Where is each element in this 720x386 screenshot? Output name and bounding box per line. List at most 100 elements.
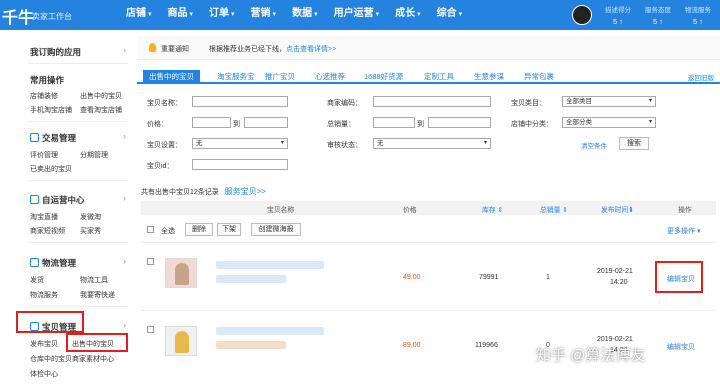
search-button[interactable]: 搜索 bbox=[619, 137, 649, 150]
nav-user-ops[interactable]: 用户运营 ▾ bbox=[326, 0, 388, 30]
nav-general[interactable]: 综合 ▾ bbox=[429, 0, 471, 30]
sidebar-item-health-check[interactable]: 体检中心 bbox=[30, 369, 58, 379]
tab-service[interactable]: 淘宝服务宝 bbox=[217, 70, 255, 84]
nav-goods[interactable]: 商品 ▾ bbox=[160, 0, 202, 30]
metric-label: 描述得分 bbox=[605, 7, 631, 14]
shop-metrics: 描述得分 5 ↑ 服务态度 5 ↑ 物流服务 5 ↑ bbox=[598, 2, 718, 26]
row-checkbox[interactable] bbox=[147, 326, 154, 333]
filter-shop-category-select[interactable]: 全部分类 ▾ bbox=[562, 117, 656, 128]
metric-description[interactable]: 描述得分 5 ↑ bbox=[598, 2, 638, 26]
filter-settings-select[interactable]: 无 ▾ bbox=[192, 138, 288, 149]
filter-audit-select[interactable]: 无 ▾ bbox=[373, 138, 491, 149]
create-poster-button[interactable]: 创建微海报 bbox=[251, 223, 301, 236]
nav-label: 商品 bbox=[167, 8, 188, 19]
nav-data[interactable]: 数据 ▾ bbox=[284, 0, 326, 30]
sidebar-item-mobile-shop[interactable]: 手机淘宝店铺 bbox=[30, 105, 72, 115]
tab-abnormal[interactable]: 异常包裹 bbox=[524, 70, 554, 84]
filter-price-min-input[interactable] bbox=[192, 117, 231, 128]
nav-label: 综合 bbox=[436, 8, 457, 19]
nav-shop[interactable]: 店铺 ▾ bbox=[118, 0, 160, 30]
filter-name-input[interactable] bbox=[192, 96, 288, 107]
sidebar-item-ship[interactable]: 发货 bbox=[30, 275, 44, 285]
tab-1688[interactable]: 1688好货源 bbox=[364, 70, 403, 84]
sidebar-item-warehouse[interactable]: 仓库中的宝贝 bbox=[30, 354, 72, 364]
sidebar-item-weitao[interactable]: 发微淘 bbox=[80, 212, 101, 222]
chevron-right-icon[interactable]: › bbox=[123, 256, 126, 266]
sidebar-item-reviews[interactable]: 评价管理 bbox=[30, 150, 58, 160]
trade-heading[interactable]: 交易管理 bbox=[30, 132, 76, 144]
row-checkbox[interactable] bbox=[147, 258, 154, 265]
sidebar-item-short-video[interactable]: 商家短视频 bbox=[30, 226, 65, 236]
tab-promote[interactable]: 推广宝贝 bbox=[265, 70, 295, 84]
chevron-down-icon: ▾ bbox=[314, 11, 318, 18]
chevron-down-icon: ▾ bbox=[648, 119, 652, 125]
tab-advisor[interactable]: 生意参谋 bbox=[474, 70, 504, 84]
self-ops-heading[interactable]: 自运营中心 bbox=[30, 194, 85, 206]
more-actions-dropdown[interactable]: 更多操作 ▾ bbox=[667, 226, 700, 236]
trade-heading-label: 交易管理 bbox=[42, 133, 77, 143]
sidebar-item-logistics-service[interactable]: 物流服务 bbox=[30, 290, 58, 300]
notice-bar: 重要通知 根据推荐业务已经下线，点击查看详情>> bbox=[137, 36, 720, 60]
nav-marketing[interactable]: 营销 ▾ bbox=[243, 0, 285, 30]
product-thumbnail[interactable] bbox=[165, 326, 197, 356]
product-title-redacted bbox=[216, 327, 324, 335]
sidebar-item-send-express[interactable]: 我要寄快递 bbox=[80, 290, 115, 300]
metric-logistics[interactable]: 物流服务 5 ↑ bbox=[678, 2, 718, 26]
select-all-checkbox[interactable] bbox=[147, 226, 154, 233]
my-apps-heading[interactable]: 我订购的应用 bbox=[30, 46, 81, 58]
avatar[interactable] bbox=[572, 5, 592, 25]
sidebar-item-materials[interactable]: 商家素材中心 bbox=[72, 354, 114, 364]
chevron-down-icon: ▾ bbox=[375, 11, 380, 18]
product-publish-date: 2019-02-21 bbox=[597, 268, 633, 275]
filter-sales-max-input[interactable] bbox=[428, 117, 491, 128]
logistics-heading[interactable]: 物流管理 bbox=[30, 257, 76, 269]
select-value: 全部分类 bbox=[566, 119, 592, 126]
sidebar-item-buyer-show[interactable]: 买家秀 bbox=[80, 226, 101, 236]
filter-price-label: 价格： bbox=[147, 121, 168, 128]
product-thumbnail[interactable] bbox=[165, 258, 197, 288]
sidebar-item-publish[interactable]: 发布宝贝 bbox=[30, 339, 58, 349]
chevron-down-icon: ▾ bbox=[272, 11, 277, 18]
nav-growth[interactable]: 成长 ▾ bbox=[387, 0, 429, 30]
sidebar-item-installments[interactable]: 分期管理 bbox=[80, 150, 108, 160]
service-goods-link[interactable]: 服务宝贝>> bbox=[225, 187, 266, 196]
tab-recommend[interactable]: 心选推荐 bbox=[315, 70, 345, 84]
chevron-right-icon[interactable]: › bbox=[123, 131, 126, 141]
nav-orders[interactable]: 订单 ▾ bbox=[201, 0, 243, 30]
clear-filters-link[interactable]: 清空条件 bbox=[581, 140, 607, 150]
unlist-button[interactable]: 下架 bbox=[217, 223, 241, 236]
col-sold[interactable]: 总销量 ⇕ bbox=[540, 204, 568, 214]
metric-service[interactable]: 服务态度 5 ↑ bbox=[638, 2, 678, 26]
col-action: 操作 bbox=[678, 207, 692, 214]
chevron-right-icon[interactable]: › bbox=[123, 320, 126, 330]
filter-code-input[interactable] bbox=[373, 96, 491, 107]
filter-audit-label: 审核状态： bbox=[327, 142, 362, 149]
filter-category-label: 宝贝类目： bbox=[511, 100, 546, 107]
product-image bbox=[175, 331, 189, 353]
back-to-old-link[interactable]: 返回旧版 bbox=[688, 72, 714, 82]
col-stock[interactable]: 库存 ⇕ bbox=[482, 204, 503, 214]
edit-product-link[interactable]: 编辑宝贝 bbox=[667, 342, 695, 352]
filter-sales-min-input[interactable] bbox=[373, 117, 415, 128]
chevron-right-icon[interactable]: › bbox=[123, 193, 126, 203]
filter-id-input[interactable] bbox=[192, 159, 288, 170]
filter-category-select[interactable]: 全部类目 ▾ bbox=[562, 96, 656, 107]
delete-button[interactable]: 删除 bbox=[185, 223, 213, 236]
sidebar-item-on-sale[interactable]: 出售中的宝贝 bbox=[80, 91, 122, 101]
product-publish-time: 14:20 bbox=[610, 279, 628, 286]
table-toolbar: 全选 删除 下架 创建微海报 更多操作 ▾ bbox=[141, 222, 716, 238]
product-stock: 79991 bbox=[479, 274, 499, 281]
nav-label: 店铺 bbox=[126, 8, 146, 19]
sidebar-item-shop-decorate[interactable]: 店铺装修 bbox=[30, 91, 58, 101]
chevron-right-icon[interactable]: › bbox=[123, 45, 126, 55]
sidebar-item-logistics-tools[interactable]: 物流工具 bbox=[80, 275, 108, 285]
sidebar-item-sold[interactable]: 已卖出的宝贝 bbox=[30, 164, 72, 174]
divider bbox=[28, 63, 128, 64]
tab-on-sale[interactable]: 出售中的宝贝 bbox=[143, 70, 200, 84]
filter-price-max-input[interactable] bbox=[244, 117, 288, 128]
tab-custom-tools[interactable]: 定制工具 bbox=[424, 70, 454, 84]
sidebar-item-view-shop[interactable]: 查看淘宝店铺 bbox=[80, 105, 122, 115]
notice-link[interactable]: 点击查看详情>> bbox=[286, 46, 336, 53]
sidebar-item-live[interactable]: 淘宝直播 bbox=[30, 212, 58, 222]
col-publish-time[interactable]: 发布时间⬇ bbox=[601, 204, 634, 214]
